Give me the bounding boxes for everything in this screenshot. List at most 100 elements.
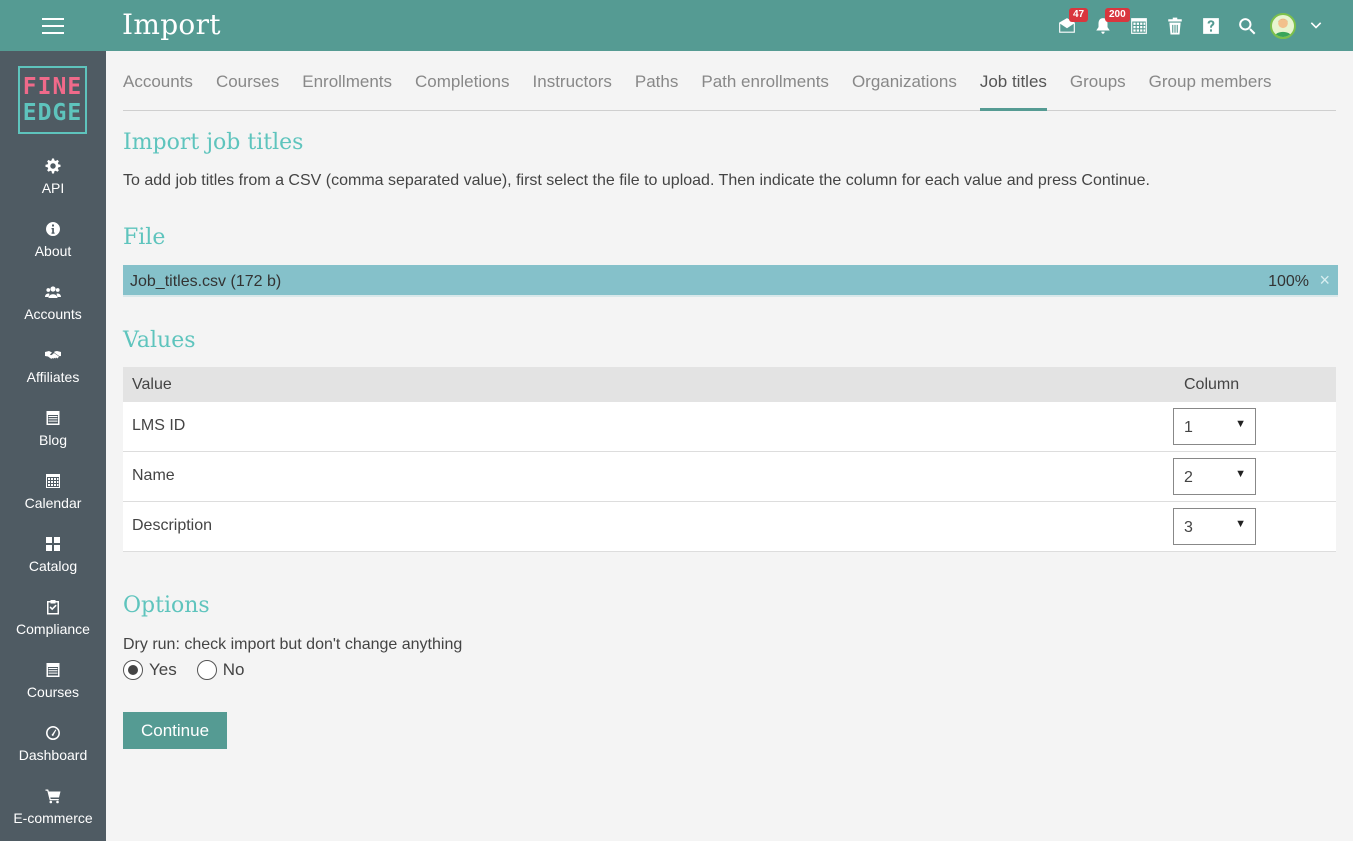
chevron-down-icon xyxy=(1310,21,1322,29)
radio-circle xyxy=(123,660,143,680)
import-heading: Import job titles xyxy=(123,130,304,155)
users-icon xyxy=(45,286,61,298)
sidebar-item-label: Calendar xyxy=(24,495,82,511)
sidebar: FINE EDGE API About Accounts Affiliates … xyxy=(0,51,106,841)
sidebar-item-label: E-commerce xyxy=(13,810,93,826)
calendar-icon xyxy=(46,474,60,488)
sidebar-item-label: Blog xyxy=(38,432,68,448)
sidebar-item-dashboard[interactable]: Dashboard xyxy=(0,722,106,778)
tab-accounts[interactable]: Accounts xyxy=(123,58,193,110)
handshake-icon xyxy=(45,351,61,359)
select-value: 1 xyxy=(1184,419,1193,436)
row-label: Name xyxy=(132,467,175,484)
upload-progress: 100% xyxy=(1268,273,1309,290)
continue-button[interactable]: Continue xyxy=(123,712,227,749)
sidebar-item-e-commerce[interactable]: E-commerce xyxy=(0,785,106,841)
import-type-tabs: Accounts Courses Enrollments Completions… xyxy=(123,58,1336,111)
dropdown-arrow-icon: ▼ xyxy=(1235,518,1246,530)
cart-icon xyxy=(45,789,61,804)
blog-icon xyxy=(46,411,60,425)
sidebar-item-about[interactable]: About xyxy=(0,218,106,274)
sidebar-item-affiliates[interactable]: Affiliates xyxy=(0,344,106,400)
radio-label: No xyxy=(222,660,245,679)
dry-run-no-radio[interactable]: No xyxy=(196,660,245,680)
catalog-icon xyxy=(46,537,60,551)
tab-path-enrollments[interactable]: Path enrollments xyxy=(701,58,829,110)
select-value: 2 xyxy=(1184,469,1193,486)
value-column-header: Value xyxy=(132,376,172,393)
select-value: 3 xyxy=(1184,519,1193,536)
logo-line1: FINE xyxy=(22,74,83,100)
trash-icon xyxy=(1168,17,1182,34)
tab-groups[interactable]: Groups xyxy=(1070,58,1126,110)
dry-run-radio-group: Yes No xyxy=(123,660,264,680)
column-select-lms-id[interactable]: 1 ▼ xyxy=(1173,408,1256,445)
user-avatar-icon xyxy=(1274,17,1292,37)
sidebar-item-blog[interactable]: Blog xyxy=(0,407,106,463)
tab-enrollments[interactable]: Enrollments xyxy=(302,58,392,110)
calendar-button[interactable] xyxy=(1121,0,1157,51)
sidebar-item-courses[interactable]: Courses xyxy=(0,659,106,715)
notifications-button[interactable]: 200 xyxy=(1085,0,1130,51)
column-column-header: Column xyxy=(1184,376,1240,393)
sidebar-item-label: Compliance xyxy=(16,621,90,637)
dropdown-arrow-icon: ▼ xyxy=(1235,468,1246,480)
sidebar-item-calendar[interactable]: Calendar xyxy=(0,470,106,526)
sidebar-item-accounts[interactable]: Accounts xyxy=(0,281,106,337)
table-header: Value Column xyxy=(123,367,1336,402)
remove-file-button[interactable]: × xyxy=(1319,271,1330,289)
messages-button[interactable]: 47 xyxy=(1049,0,1089,51)
logo-line2: EDGE xyxy=(22,100,83,126)
sidebar-item-label: Courses xyxy=(26,684,80,700)
fine-edge-logo[interactable]: FINE EDGE xyxy=(18,66,87,134)
tab-group-members[interactable]: Group members xyxy=(1149,58,1272,110)
menu-toggle-button[interactable] xyxy=(0,0,106,51)
table-row: Name 2 ▼ xyxy=(123,452,1336,502)
tab-organizations[interactable]: Organizations xyxy=(852,58,957,110)
sidebar-item-label: About xyxy=(34,243,72,259)
sidebar-item-label: Accounts xyxy=(24,306,82,322)
file-upload-bar: Job_titles.csv (172 b) 100% × xyxy=(123,265,1338,297)
row-label: Description xyxy=(132,517,213,534)
help-button[interactable] xyxy=(1193,0,1229,51)
sidebar-item-catalog[interactable]: Catalog xyxy=(0,533,106,589)
clipboard-check-icon xyxy=(47,600,59,615)
sidebar-item-label: Dashboard xyxy=(18,747,88,763)
info-icon xyxy=(45,222,60,236)
top-bar: Import 47 200 xyxy=(0,0,1353,51)
tab-paths[interactable]: Paths xyxy=(635,58,678,110)
tab-courses[interactable]: Courses xyxy=(216,58,279,110)
file-heading: File xyxy=(123,225,166,250)
column-select-description[interactable]: 3 ▼ xyxy=(1173,508,1256,545)
sidebar-item-label: Catalog xyxy=(28,558,78,574)
column-select-name[interactable]: 2 ▼ xyxy=(1173,458,1256,495)
help-icon xyxy=(1203,17,1219,34)
dry-run-yes-radio[interactable]: Yes xyxy=(123,660,177,680)
file-name: Job_titles.csv (172 b) xyxy=(130,273,282,290)
options-heading: Options xyxy=(123,593,210,618)
sidebar-item-api[interactable]: API xyxy=(0,155,106,211)
dashboard-icon xyxy=(45,726,60,740)
radio-circle xyxy=(196,660,217,680)
calendar-grid-icon xyxy=(1131,17,1147,34)
values-table: Value Column LMS ID 1 ▼ Name 2 ▼ Descrip… xyxy=(123,367,1336,552)
courses-icon xyxy=(46,663,60,677)
tab-completions[interactable]: Completions xyxy=(415,58,510,110)
tab-job-titles[interactable]: Job titles xyxy=(979,58,1048,111)
table-row: Description 3 ▼ xyxy=(123,502,1336,552)
sidebar-item-label: API xyxy=(41,180,65,196)
sidebar-item-compliance[interactable]: Compliance xyxy=(0,596,106,652)
page-title: Import xyxy=(122,8,221,41)
dropdown-arrow-icon: ▼ xyxy=(1235,418,1246,430)
row-label: LMS ID xyxy=(132,417,186,434)
search-icon xyxy=(1239,17,1256,34)
hamburger-icon xyxy=(42,17,64,34)
account-menu-button[interactable] xyxy=(1301,0,1331,51)
search-button[interactable] xyxy=(1229,0,1265,51)
top-icons: 47 200 xyxy=(1049,0,1331,51)
tab-instructors[interactable]: Instructors xyxy=(533,58,612,110)
dry-run-label: Dry run: check import but don't change a… xyxy=(123,636,463,653)
sidebar-item-label: Affiliates xyxy=(26,369,80,385)
user-avatar-button[interactable] xyxy=(1265,0,1301,51)
trash-button[interactable] xyxy=(1157,0,1193,51)
